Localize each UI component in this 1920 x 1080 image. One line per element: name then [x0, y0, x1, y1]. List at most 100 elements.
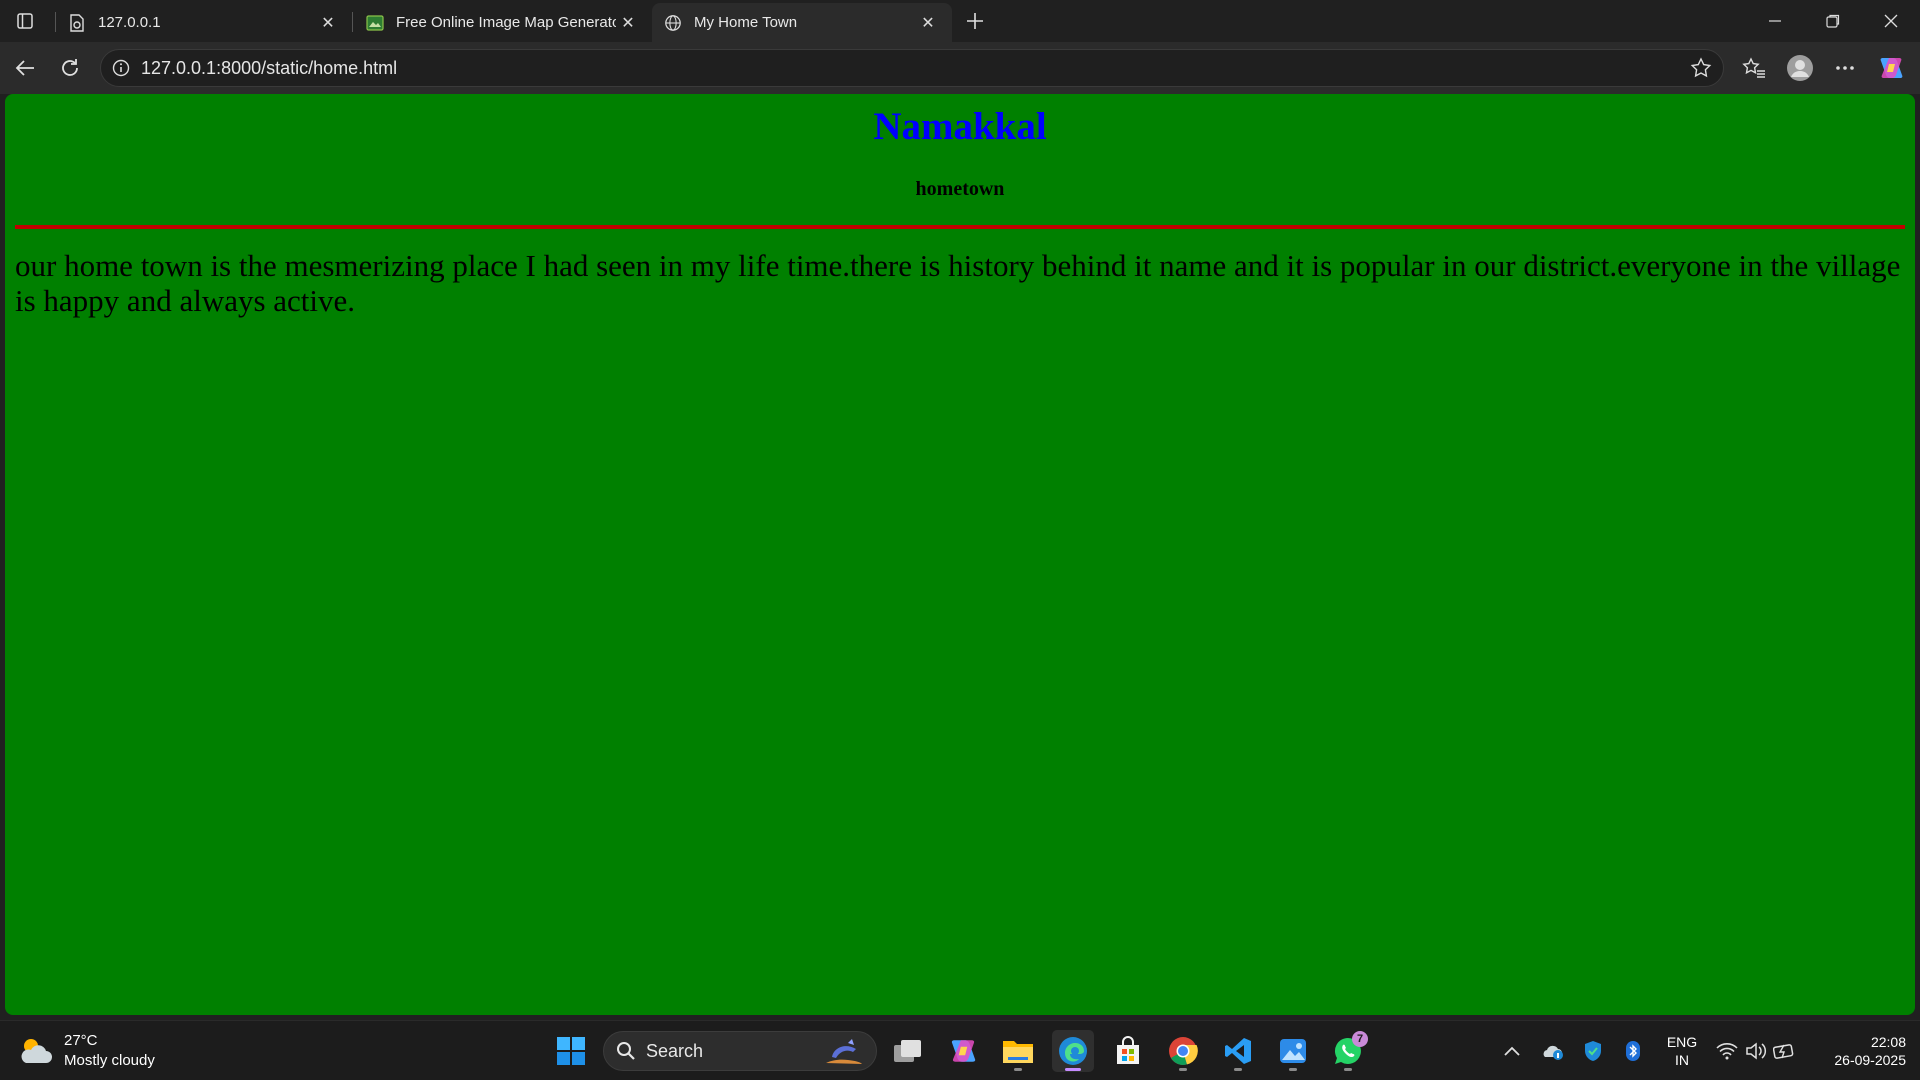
security-tray-button[interactable]	[1581, 1039, 1605, 1063]
back-button[interactable]	[8, 51, 42, 85]
weather-widget[interactable]: 27°C Mostly cloudy	[18, 1031, 155, 1071]
back-icon	[15, 60, 34, 76]
navigation-bar: 127.0.0.1:8000/static/home.html	[0, 42, 1920, 94]
copilot-button[interactable]	[1874, 51, 1908, 85]
notification-badge: 7	[1352, 1031, 1368, 1047]
shield-icon	[1585, 1041, 1601, 1061]
tab-separator	[352, 12, 353, 32]
weather-temperature: 27°C	[64, 1032, 98, 1049]
tab-title: Free Online Image Map Generator	[396, 14, 616, 31]
tab-close-icon[interactable]: ✕	[316, 11, 340, 35]
copilot-app-button[interactable]	[942, 1030, 984, 1072]
tab-close-icon[interactable]: ✕	[916, 11, 940, 35]
restore-button[interactable]	[1804, 0, 1862, 42]
battery-charging-icon	[1773, 1044, 1794, 1059]
show-hidden-icons-button[interactable]	[1500, 1039, 1524, 1063]
microsoft-store-button[interactable]	[1107, 1030, 1149, 1072]
profile-button[interactable]	[1783, 51, 1817, 85]
taskbar-search-box[interactable]: Search	[603, 1031, 877, 1071]
tab-strip: 127.0.0.1 ✕ Free Online Image Map Genera…	[0, 0, 1920, 42]
plus-icon	[967, 13, 983, 29]
volume-status[interactable]	[1744, 1039, 1768, 1063]
tab-actions-icon	[17, 13, 33, 29]
speaker-icon	[1746, 1042, 1767, 1060]
chevron-up-icon	[1504, 1046, 1520, 1056]
clock-date: 26-09-2025	[1834, 1052, 1906, 1068]
tab-my-home-town[interactable]: My Home Town ✕	[652, 3, 952, 42]
running-indicator	[1289, 1068, 1297, 1071]
battery-status[interactable]	[1773, 1039, 1797, 1063]
region-code: IN	[1675, 1052, 1689, 1068]
restore-icon	[1826, 14, 1840, 28]
copilot-icon	[951, 1040, 976, 1062]
close-window-button[interactable]	[1862, 0, 1920, 42]
running-indicator	[1234, 1068, 1242, 1071]
edge-icon	[1059, 1037, 1087, 1065]
chrome-icon	[1169, 1037, 1198, 1065]
file-explorer-button[interactable]	[997, 1030, 1039, 1072]
clock-time: 22:08	[1870, 1034, 1906, 1050]
reload-button[interactable]	[53, 51, 87, 85]
url-text[interactable]: 127.0.0.1:8000/static/home.html	[141, 58, 1679, 79]
photos-button[interactable]	[1272, 1030, 1314, 1072]
page-icon	[68, 13, 86, 32]
favorites-button[interactable]	[1737, 51, 1771, 85]
tab-title: 127.0.0.1	[98, 14, 161, 31]
file-explorer-icon	[1003, 1041, 1033, 1063]
running-indicator	[1344, 1068, 1352, 1071]
new-tab-button[interactable]	[960, 6, 990, 36]
microsoft-store-icon	[1117, 1036, 1139, 1064]
input-language-indicator[interactable]: ENG IN	[1664, 1033, 1700, 1069]
globe-icon	[664, 14, 682, 32]
page-subheading: hometown	[915, 178, 1005, 200]
taskbar: 27°C Mostly cloudy Search 7 ENG IN 22:08…	[0, 1020, 1920, 1080]
page-viewport: Namakkal hometown our home town is the m…	[5, 94, 1915, 1015]
system-clock[interactable]: 22:08 26-09-2025	[1806, 1033, 1906, 1069]
wifi-status[interactable]	[1715, 1039, 1739, 1063]
chrome-button[interactable]	[1162, 1030, 1204, 1072]
start-icon	[557, 1037, 585, 1065]
weather-condition: Mostly cloudy	[64, 1052, 155, 1069]
favorites-icon	[1742, 57, 1765, 78]
close-icon	[1884, 14, 1898, 28]
cloudy-weather-icon	[21, 1039, 52, 1063]
bluetooth-tray-button[interactable]	[1621, 1039, 1645, 1063]
task-view-button[interactable]	[887, 1030, 929, 1072]
running-indicator	[1179, 1068, 1187, 1071]
more-button[interactable]	[1828, 51, 1862, 85]
page-paragraph: our home town is the mesmerizing place I…	[15, 248, 1901, 318]
tab-actions-button[interactable]	[10, 8, 40, 34]
minimize-icon	[1769, 20, 1781, 22]
wifi-icon	[1716, 1043, 1738, 1060]
favorite-star-icon[interactable]	[1679, 57, 1723, 79]
image-map-icon	[366, 14, 384, 32]
info-icon[interactable]	[101, 59, 141, 77]
running-indicator	[1014, 1068, 1022, 1071]
more-icon	[1836, 66, 1854, 70]
page-heading: Namakkal	[873, 105, 1047, 148]
edge-button[interactable]	[1052, 1030, 1094, 1072]
tab-image-map-generator[interactable]: Free Online Image Map Generator ✕	[354, 3, 652, 42]
vscode-button[interactable]	[1217, 1030, 1259, 1072]
search-label: Search	[646, 1040, 704, 1061]
onedrive-tray-button[interactable]	[1541, 1039, 1565, 1063]
tab-title: My Home Town	[694, 14, 798, 31]
minimize-button[interactable]	[1746, 0, 1804, 42]
address-bar[interactable]: 127.0.0.1:8000/static/home.html	[100, 49, 1724, 87]
photos-icon	[1280, 1039, 1306, 1063]
profile-icon	[1787, 55, 1813, 81]
bluetooth-icon	[1626, 1041, 1640, 1061]
tab-localhost[interactable]: 127.0.0.1 ✕	[56, 3, 352, 42]
search-icon	[617, 1042, 635, 1060]
start-button[interactable]	[550, 1030, 592, 1072]
vscode-icon	[1225, 1038, 1251, 1064]
copilot-icon	[1880, 58, 1903, 78]
whatsapp-button[interactable]: 7	[1327, 1030, 1369, 1072]
horizontal-rule	[15, 225, 1905, 229]
active-indicator	[1065, 1068, 1081, 1071]
search-highlight-icon	[826, 1039, 862, 1064]
tab-close-icon[interactable]: ✕	[616, 11, 640, 35]
reload-icon	[62, 59, 78, 76]
language-code: ENG	[1666, 1034, 1698, 1050]
task-view-icon	[894, 1040, 921, 1062]
